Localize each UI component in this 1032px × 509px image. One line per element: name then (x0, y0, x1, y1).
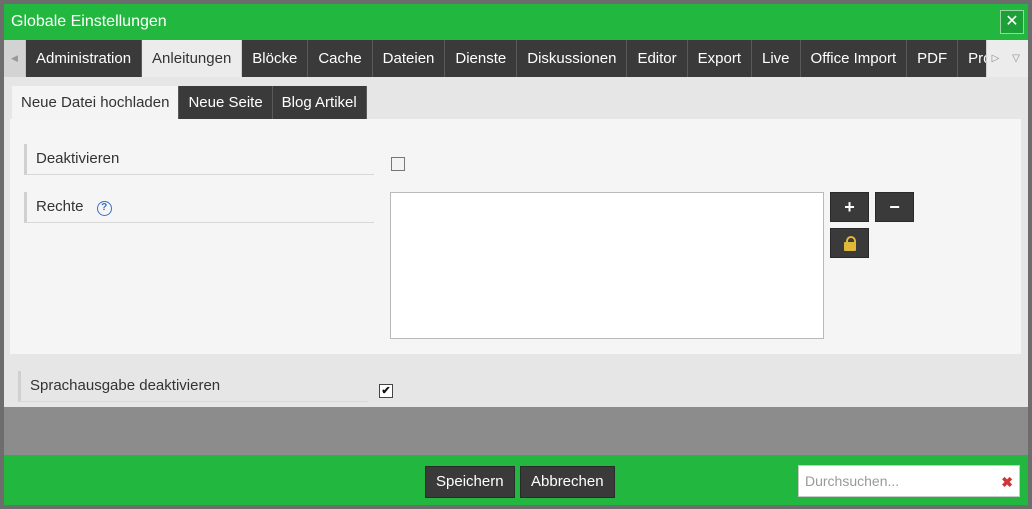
save-button[interactable]: Speichern (425, 466, 515, 498)
tab-bloecke[interactable]: Blöcke (242, 40, 309, 77)
tab-administration[interactable]: Administration (26, 40, 143, 77)
main-tabs: Administration Anleitungen Blöcke Cache … (26, 40, 986, 77)
plus-icon: + (844, 197, 855, 217)
search-input[interactable] (799, 466, 994, 496)
caret-right-icon: ▷ (991, 53, 1000, 64)
tab-editor[interactable]: Editor (627, 40, 688, 77)
tab-cache[interactable]: Cache (308, 40, 373, 77)
checkmark-icon: ✔ (381, 385, 391, 397)
help-icon[interactable]: ? (96, 201, 112, 216)
minus-icon: − (889, 197, 900, 217)
tab-office-import[interactable]: Office Import (800, 40, 908, 77)
tabs-scroll-left-button[interactable]: ◀ (4, 40, 26, 77)
upload-settings-panel: Deaktivieren Rechte ? + − (10, 119, 1021, 354)
settings-dialog: Globale Einstellungen ✕ ◀ Administration… (0, 0, 1032, 509)
tab-dateien[interactable]: Dateien (372, 40, 446, 77)
subtab-neue-datei-hochladen[interactable]: Neue Datei hochladen (12, 86, 180, 119)
speech-output-checkbox[interactable]: ✔ (379, 384, 393, 398)
subtab-neue-seite[interactable]: Neue Seite (179, 86, 273, 119)
tab-anleitungen[interactable]: Anleitungen (142, 40, 243, 77)
tabs-menu-button[interactable]: ▽ (1004, 40, 1028, 77)
search-box: ✖ (798, 465, 1020, 497)
chevron-down-icon: ▽ (1012, 53, 1020, 64)
main-tab-bar: ◀ Administration Anleitungen Blöcke Cach… (4, 40, 1028, 77)
cancel-button[interactable]: Abbrechen (520, 466, 615, 498)
tab-live[interactable]: Live (752, 40, 801, 77)
caret-left-icon: ◀ (11, 53, 18, 63)
close-icon: ✕ (1005, 13, 1019, 30)
dialog-title: Globale Einstellungen (11, 13, 167, 30)
close-button[interactable]: ✕ (1000, 10, 1024, 34)
speech-output-label: Sprachausgabe deaktivieren (18, 371, 368, 402)
rights-list[interactable] (390, 192, 824, 339)
tab-proxy[interactable]: Proxy (958, 40, 986, 77)
dialog-footer: Speichern Abbrechen ✖ (4, 455, 1028, 505)
deactivate-label: Deaktivieren (24, 144, 374, 175)
deactivate-checkbox[interactable] (391, 157, 405, 171)
subtab-blog-artikel[interactable]: Blog Artikel (272, 86, 367, 119)
tab-content: Neue Datei hochladen Neue Seite Blog Art… (4, 77, 1028, 407)
tab-pdf[interactable]: PDF (907, 40, 959, 77)
rights-label: Rechte (36, 198, 84, 215)
add-right-button[interactable]: + (830, 192, 869, 222)
tab-export[interactable]: Export (687, 40, 752, 77)
lock-icon (843, 236, 856, 251)
clear-search-icon[interactable]: ✖ (1001, 474, 1013, 491)
lock-right-button[interactable] (830, 228, 869, 258)
dialog-titlebar: Globale Einstellungen ✕ (4, 4, 1028, 40)
rights-label-row: Rechte ? (24, 192, 374, 223)
sub-tab-bar: Neue Datei hochladen Neue Seite Blog Art… (12, 86, 367, 119)
tab-dienste[interactable]: Dienste (445, 40, 518, 77)
tabs-scroll-right-button[interactable]: ▷ (986, 40, 1004, 77)
tab-diskussionen[interactable]: Diskussionen (517, 40, 628, 77)
footer-spacer (4, 407, 1028, 455)
remove-right-button[interactable]: − (875, 192, 914, 222)
